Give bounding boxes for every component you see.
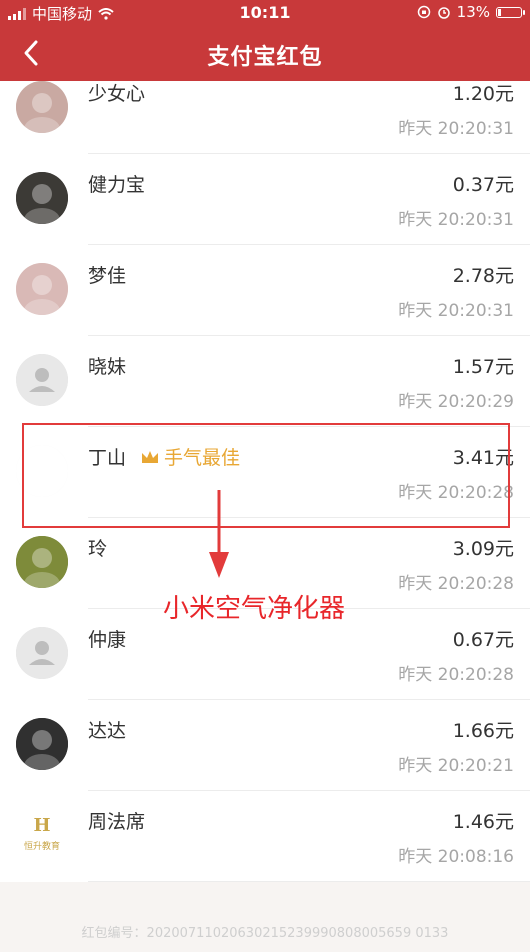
svg-text:恒升教育: 恒升教育 [24, 840, 60, 852]
annotation-label: 小米空气净化器 [163, 594, 346, 624]
amount: 1.46元 [452, 811, 514, 833]
amount: 1.66元 [452, 720, 514, 742]
footer: 红包编号：20200711020630215239990808005659 01… [0, 882, 530, 952]
default-avatar-icon[interactable] [16, 627, 68, 679]
timestamp: 昨天 20:20:31 [398, 210, 514, 230]
annotation-arrow-icon [209, 490, 229, 578]
amount: 1.20元 [452, 83, 514, 105]
list-item[interactable]: 梦佳 2.78元昨天 20:20:31 [0, 245, 530, 336]
avatar[interactable] [16, 263, 68, 315]
list-item[interactable]: 健力宝 0.37元昨天 20:20:31 [0, 154, 530, 245]
avatar[interactable] [16, 536, 68, 588]
avatar[interactable] [16, 81, 68, 133]
logo-avatar[interactable]: H 恒升教育 [16, 809, 68, 861]
recipient-name: 健力宝 [88, 174, 146, 196]
red-packet-number: 红包编号：20200711020630215239990808005659 01… [81, 926, 449, 941]
list-item[interactable]: 达达 1.66元昨天 20:20:21 [0, 700, 530, 791]
list-item[interactable]: 少女心 1.20元昨天 20:20:31 [0, 63, 530, 154]
amount: 3.09元 [452, 538, 514, 560]
recipient-name: 周法席 [88, 811, 146, 833]
recipient-name: 达达 [88, 720, 127, 742]
timestamp: 昨天 20:20:21 [398, 756, 514, 776]
timestamp: 昨天 20:20:31 [398, 301, 514, 321]
amount: 1.57元 [452, 356, 514, 378]
default-avatar-icon[interactable] [16, 354, 68, 406]
recipient-name: 玲 [88, 538, 108, 560]
rotation-lock-icon [417, 5, 430, 19]
timestamp: 昨天 20:20:28 [398, 574, 514, 594]
recipient-name: 少女心 [88, 83, 146, 105]
timestamp: 昨天 20:20:28 [398, 665, 514, 685]
battery-icon [496, 6, 525, 18]
alarm-icon [437, 7, 450, 19]
svg-text:H: H [33, 815, 50, 836]
amount: 0.67元 [452, 629, 514, 651]
status-bar: 中国移动 10:11 13% [0, 0, 530, 26]
list-item[interactable]: H 恒升教育 周法席 1.46元昨天 20:08:16 [0, 791, 530, 882]
recipient-name: 仲康 [88, 629, 127, 651]
timestamp: 昨天 20:20:29 [398, 392, 514, 412]
avatar[interactable] [16, 172, 68, 224]
list-item[interactable]: 晓妹 1.57元昨天 20:20:29 [0, 336, 530, 427]
amount: 0.37元 [452, 174, 514, 196]
avatar[interactable] [16, 718, 68, 770]
battery-percent: 13% [456, 3, 490, 21]
amount: 2.78元 [452, 265, 514, 287]
timestamp: 昨天 20:08:16 [398, 847, 514, 867]
best-luck-highlight-box [22, 423, 510, 528]
recipient-name: 梦佳 [88, 265, 127, 287]
recipient-name: 晓妹 [88, 356, 127, 378]
timestamp: 昨天 20:20:31 [398, 119, 514, 139]
